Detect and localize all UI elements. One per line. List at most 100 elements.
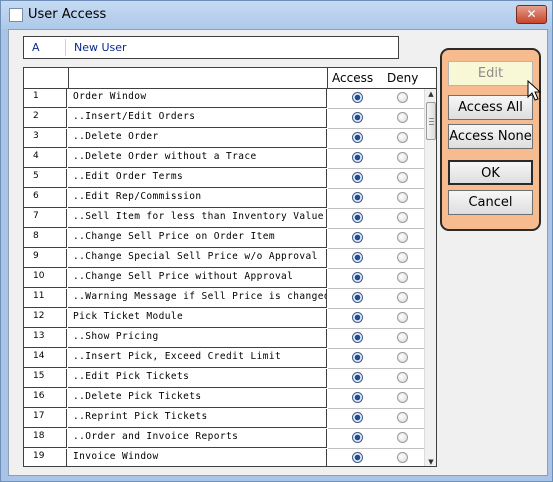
row-description: ..Change Sell Price on Order Item (68, 229, 327, 248)
row-permission-cell (328, 89, 424, 109)
deny-radio[interactable] (397, 312, 408, 323)
access-radio[interactable] (352, 92, 363, 103)
table-row[interactable]: 4 ..Delete Order without a Trace (24, 149, 424, 169)
table-row[interactable]: 16 ..Delete Pick Tickets (24, 389, 424, 409)
row-permission-cell (328, 169, 424, 189)
table-row[interactable]: 17 ..Reprint Pick Tickets (24, 409, 424, 429)
access-radio[interactable] (352, 172, 363, 183)
thumb-grip-line (429, 124, 434, 125)
scroll-down-icon[interactable]: ▼ (425, 457, 436, 466)
access-radio[interactable] (352, 312, 363, 323)
deny-radio[interactable] (397, 292, 408, 303)
access-radio[interactable] (352, 212, 363, 223)
access-radio[interactable] (352, 452, 363, 463)
deny-radio[interactable] (397, 332, 408, 343)
user-access-window: User Access ✕ A New User Access Deny 1 Or… (0, 0, 553, 482)
table-row[interactable]: 9 ..Change Special Sell Price w/o Approva… (24, 249, 424, 269)
row-permission-cell (328, 249, 424, 269)
row-number: 4 (24, 149, 67, 168)
row-number: 2 (24, 109, 67, 128)
access-radio[interactable] (352, 332, 363, 343)
table-row[interactable]: 6 ..Edit Rep/Commission (24, 189, 424, 209)
deny-radio[interactable] (397, 392, 408, 403)
cancel-button[interactable]: Cancel (448, 190, 533, 215)
deny-radio[interactable] (397, 152, 408, 163)
close-button[interactable]: ✕ (516, 5, 547, 24)
scroll-thumb[interactable] (426, 102, 436, 140)
access-radio[interactable] (352, 372, 363, 383)
edit-button[interactable]: Edit (448, 61, 533, 86)
deny-radio[interactable] (397, 172, 408, 183)
deny-radio[interactable] (397, 232, 408, 243)
access-radio[interactable] (352, 232, 363, 243)
table-row[interactable]: 12 Pick Ticket Module (24, 309, 424, 329)
row-permission-cell (328, 289, 424, 309)
deny-radio[interactable] (397, 432, 408, 443)
access-radio[interactable] (352, 412, 363, 423)
deny-radio[interactable] (397, 372, 408, 383)
vertical-scrollbar[interactable]: ▲ ▼ (424, 89, 436, 466)
dialog-body: A New User Access Deny 1 Order Window 2 ..I… (8, 29, 548, 476)
deny-radio[interactable] (397, 112, 408, 123)
access-radio[interactable] (352, 392, 363, 403)
table-row[interactable]: 8 ..Change Sell Price on Order Item (24, 229, 424, 249)
user-name: New User (74, 41, 127, 54)
table-row[interactable]: 10 ..Change Sell Price without Approval (24, 269, 424, 289)
access-radio[interactable] (352, 272, 363, 283)
deny-radio[interactable] (397, 272, 408, 283)
row-number: 3 (24, 129, 67, 148)
access-radio[interactable] (352, 192, 363, 203)
row-description: Invoice Window (68, 449, 327, 466)
access-radio[interactable] (352, 152, 363, 163)
table-row[interactable]: 18 ..Order and Invoice Reports (24, 429, 424, 449)
user-code: A (32, 41, 40, 54)
access-radio[interactable] (352, 432, 363, 443)
row-description: ..Change Sell Price without Approval (68, 269, 327, 288)
table-row[interactable]: 19 Invoice Window (24, 449, 424, 466)
deny-radio[interactable] (397, 192, 408, 203)
row-description: ..Delete Order without a Trace (68, 149, 327, 168)
deny-radio[interactable] (397, 452, 408, 463)
user-field: A New User (23, 36, 399, 59)
mouse-pointer-icon (527, 80, 541, 101)
ok-button[interactable]: OK (448, 160, 533, 185)
table-row[interactable]: 3 ..Delete Order (24, 129, 424, 149)
access-radio[interactable] (352, 352, 363, 363)
deny-radio[interactable] (397, 252, 408, 263)
table-row[interactable]: 5 ..Edit Order Terms (24, 169, 424, 189)
deny-radio[interactable] (397, 412, 408, 423)
row-number: 18 (24, 429, 67, 448)
row-permission-cell (328, 269, 424, 289)
deny-radio[interactable] (397, 352, 408, 363)
row-description: ..Reprint Pick Tickets (68, 409, 327, 428)
table-row[interactable]: 11 ..Warning Message if Sell Price is cha… (24, 289, 424, 309)
row-description: ..Edit Pick Tickets (68, 369, 327, 388)
access-radio[interactable] (352, 292, 363, 303)
table-row[interactable]: 14 ..Insert Pick, Exceed Credit Limit (24, 349, 424, 369)
access-radio[interactable] (352, 132, 363, 143)
table-row[interactable]: 7 ..Sell Item for less than Inventory Val… (24, 209, 424, 229)
row-permission-cell (328, 449, 424, 466)
access-grid: Access Deny 1 Order Window 2 ..Insert/Edit … (23, 67, 437, 467)
row-permission-cell (328, 229, 424, 249)
deny-radio[interactable] (397, 212, 408, 223)
header-access: Access (332, 71, 374, 85)
row-number: 11 (24, 289, 67, 308)
deny-radio[interactable] (397, 132, 408, 143)
access-all-button[interactable]: Access All (448, 95, 533, 120)
access-radio[interactable] (352, 112, 363, 123)
scroll-up-icon[interactable]: ▲ (425, 89, 436, 99)
row-permission-cell (328, 109, 424, 129)
row-permission-cell (328, 329, 424, 349)
window-title: User Access (28, 7, 107, 22)
table-row[interactable]: 13 ..Show Pricing (24, 329, 424, 349)
row-number: 7 (24, 209, 67, 228)
row-number: 10 (24, 269, 67, 288)
access-none-button[interactable]: Access None (448, 124, 533, 149)
title-bar[interactable]: User Access ✕ (1, 1, 552, 29)
table-row[interactable]: 2 ..Insert/Edit Orders (24, 109, 424, 129)
access-radio[interactable] (352, 252, 363, 263)
table-row[interactable]: 1 Order Window (24, 89, 424, 109)
deny-radio[interactable] (397, 92, 408, 103)
table-row[interactable]: 15 ..Edit Pick Tickets (24, 369, 424, 389)
